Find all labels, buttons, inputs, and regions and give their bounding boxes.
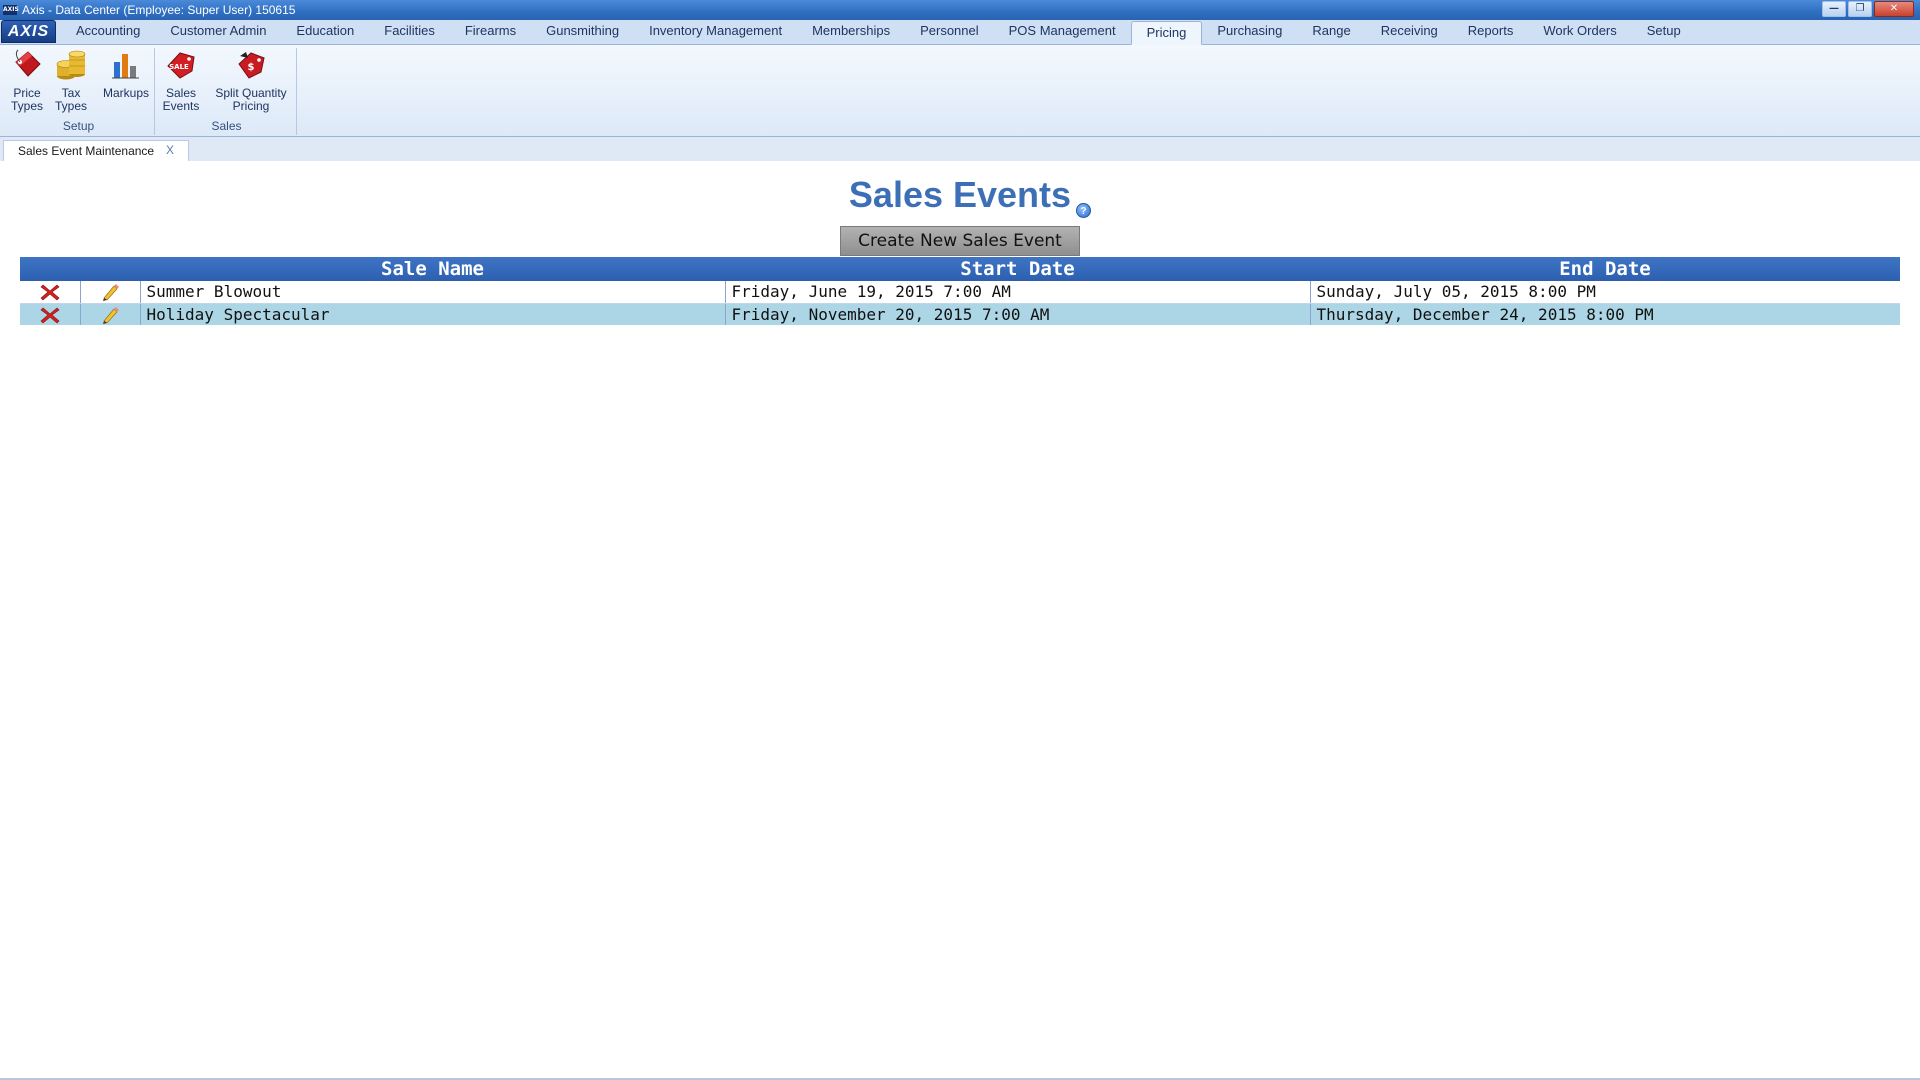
tab-pos-management[interactable]: POS Management <box>994 20 1131 44</box>
column-header-sale-name: Sale Name <box>140 257 725 281</box>
document-tab-close-button[interactable]: X <box>166 143 174 157</box>
ribbon-group-setup: Price Types Tax Types Markups Setup <box>3 48 155 135</box>
ribbon-group-label-sales: Sales <box>211 119 242 133</box>
ribbon-tab-bar: AXIS Accounting Customer Admin Education… <box>0 20 1920 45</box>
coins-icon <box>56 50 86 80</box>
help-icon[interactable]: ? <box>1076 203 1092 218</box>
restore-button[interactable]: ❐ <box>1848 1 1872 17</box>
tab-receiving[interactable]: Receiving <box>1366 20 1453 44</box>
tab-gunsmithing[interactable]: Gunsmithing <box>531 20 634 44</box>
table-row: Holiday Spectacular Friday, November 20,… <box>20 303 1900 325</box>
split-quantity-label-2: Pricing <box>232 99 270 113</box>
tab-firearms[interactable]: Firearms <box>450 20 531 44</box>
sales-events-table: Sale Name Start Date End Date Summer Blo… <box>20 257 1900 325</box>
delete-cell <box>20 303 80 325</box>
tab-inventory-management[interactable]: Inventory Management <box>634 20 797 44</box>
actions-header <box>20 257 140 281</box>
page-title-container: Sales Events ? <box>0 174 1920 218</box>
edit-cell <box>79 281 140 304</box>
bar-chart-icon <box>112 54 139 79</box>
tab-work-orders[interactable]: Work Orders <box>1528 20 1631 44</box>
tab-accounting[interactable]: Accounting <box>61 20 155 44</box>
document-tab-sales-event-maintenance[interactable]: Sales Event Maintenance X <box>3 140 189 161</box>
close-window-button[interactable]: ✕ <box>1874 1 1914 17</box>
tab-purchasing[interactable]: Purchasing <box>1202 20 1297 44</box>
column-header-start-date: Start Date <box>725 257 1310 281</box>
sales-events-label-2: Events <box>162 99 200 113</box>
tab-memberships[interactable]: Memberships <box>797 20 905 44</box>
price-tag-icon <box>15 49 41 77</box>
window-title: Axis - Data Center (Employee: Super User… <box>22 3 296 17</box>
ribbon-panel: Price Types Tax Types Markups Setup SALE… <box>0 45 1920 137</box>
tab-pricing[interactable]: Pricing <box>1130 21 1203 45</box>
column-header-end-date: End Date <box>1310 257 1900 281</box>
tab-setup[interactable]: Setup <box>1632 20 1696 44</box>
tab-reports[interactable]: Reports <box>1453 20 1529 44</box>
ribbon-group-label-setup: Setup <box>62 119 95 133</box>
split-quantity-pricing-button[interactable]: $ Split Quantity Pricing <box>211 48 291 113</box>
tab-range[interactable]: Range <box>1297 20 1365 44</box>
tab-education[interactable]: Education <box>281 20 369 44</box>
sales-events-button[interactable]: SALE Sales Events <box>161 48 201 113</box>
price-types-button[interactable]: Price Types <box>7 48 47 113</box>
minimize-button[interactable]: — <box>1822 1 1846 17</box>
start-date-cell[interactable]: Friday, June 19, 2015 7:00 AM <box>724 281 1310 304</box>
document-tab-label: Sales Event Maintenance <box>18 144 155 158</box>
page-title-text: Sales Events <box>848 174 1072 215</box>
end-date-cell[interactable]: Thursday, December 24, 2015 8:00 PM <box>1309 303 1900 325</box>
markups-label: Markups <box>102 86 149 100</box>
delete-icon[interactable] <box>39 305 61 325</box>
start-date-cell[interactable]: Friday, November 20, 2015 7:00 AM <box>724 303 1310 325</box>
tax-types-label-2: Types <box>54 99 87 113</box>
page-title: Sales Events ? <box>848 174 1092 218</box>
title-bar: AXIS Axis - Data Center (Employee: Super… <box>0 0 1920 20</box>
edit-cell <box>79 303 140 325</box>
axis-logo-icon: AXIS <box>3 5 19 15</box>
edit-pencil-icon[interactable] <box>99 305 121 325</box>
delete-icon[interactable] <box>39 282 61 302</box>
split-badge-text: $ <box>248 62 255 73</box>
sale-name-cell[interactable]: Summer Blowout <box>139 281 725 304</box>
sale-badge-text: SALE <box>169 63 189 71</box>
delete-cell <box>20 281 80 304</box>
create-new-sales-event-button[interactable]: Create New Sales Event <box>840 226 1080 256</box>
sale-name-cell[interactable]: Holiday Spectacular <box>139 303 725 325</box>
table-row: Summer Blowout Friday, June 19, 2015 7:0… <box>20 281 1900 304</box>
end-date-cell[interactable]: Sunday, July 05, 2015 8:00 PM <box>1309 281 1900 304</box>
ribbon-group-sales: SALE Sales Events $ Split Quantity Prici… <box>157 48 297 135</box>
tab-personnel[interactable]: Personnel <box>905 20 994 44</box>
tab-facilities[interactable]: Facilities <box>369 20 450 44</box>
split-price-tag-icon: $ <box>238 52 265 79</box>
table-header-row: Sale Name Start Date End Date <box>20 257 1900 281</box>
price-types-label-2: Types <box>10 99 43 113</box>
edit-pencil-icon[interactable] <box>99 282 121 302</box>
document-tab-strip: Sales Event Maintenance X <box>0 137 1920 161</box>
sale-tag-icon: SALE <box>167 52 195 79</box>
tab-customer-admin[interactable]: Customer Admin <box>155 20 281 44</box>
markups-button[interactable]: Markups <box>99 48 153 100</box>
app-menu-button[interactable]: AXIS <box>1 20 56 43</box>
tax-types-button[interactable]: Tax Types <box>51 48 91 113</box>
window-controls: — ❐ ✕ <box>1822 1 1914 17</box>
